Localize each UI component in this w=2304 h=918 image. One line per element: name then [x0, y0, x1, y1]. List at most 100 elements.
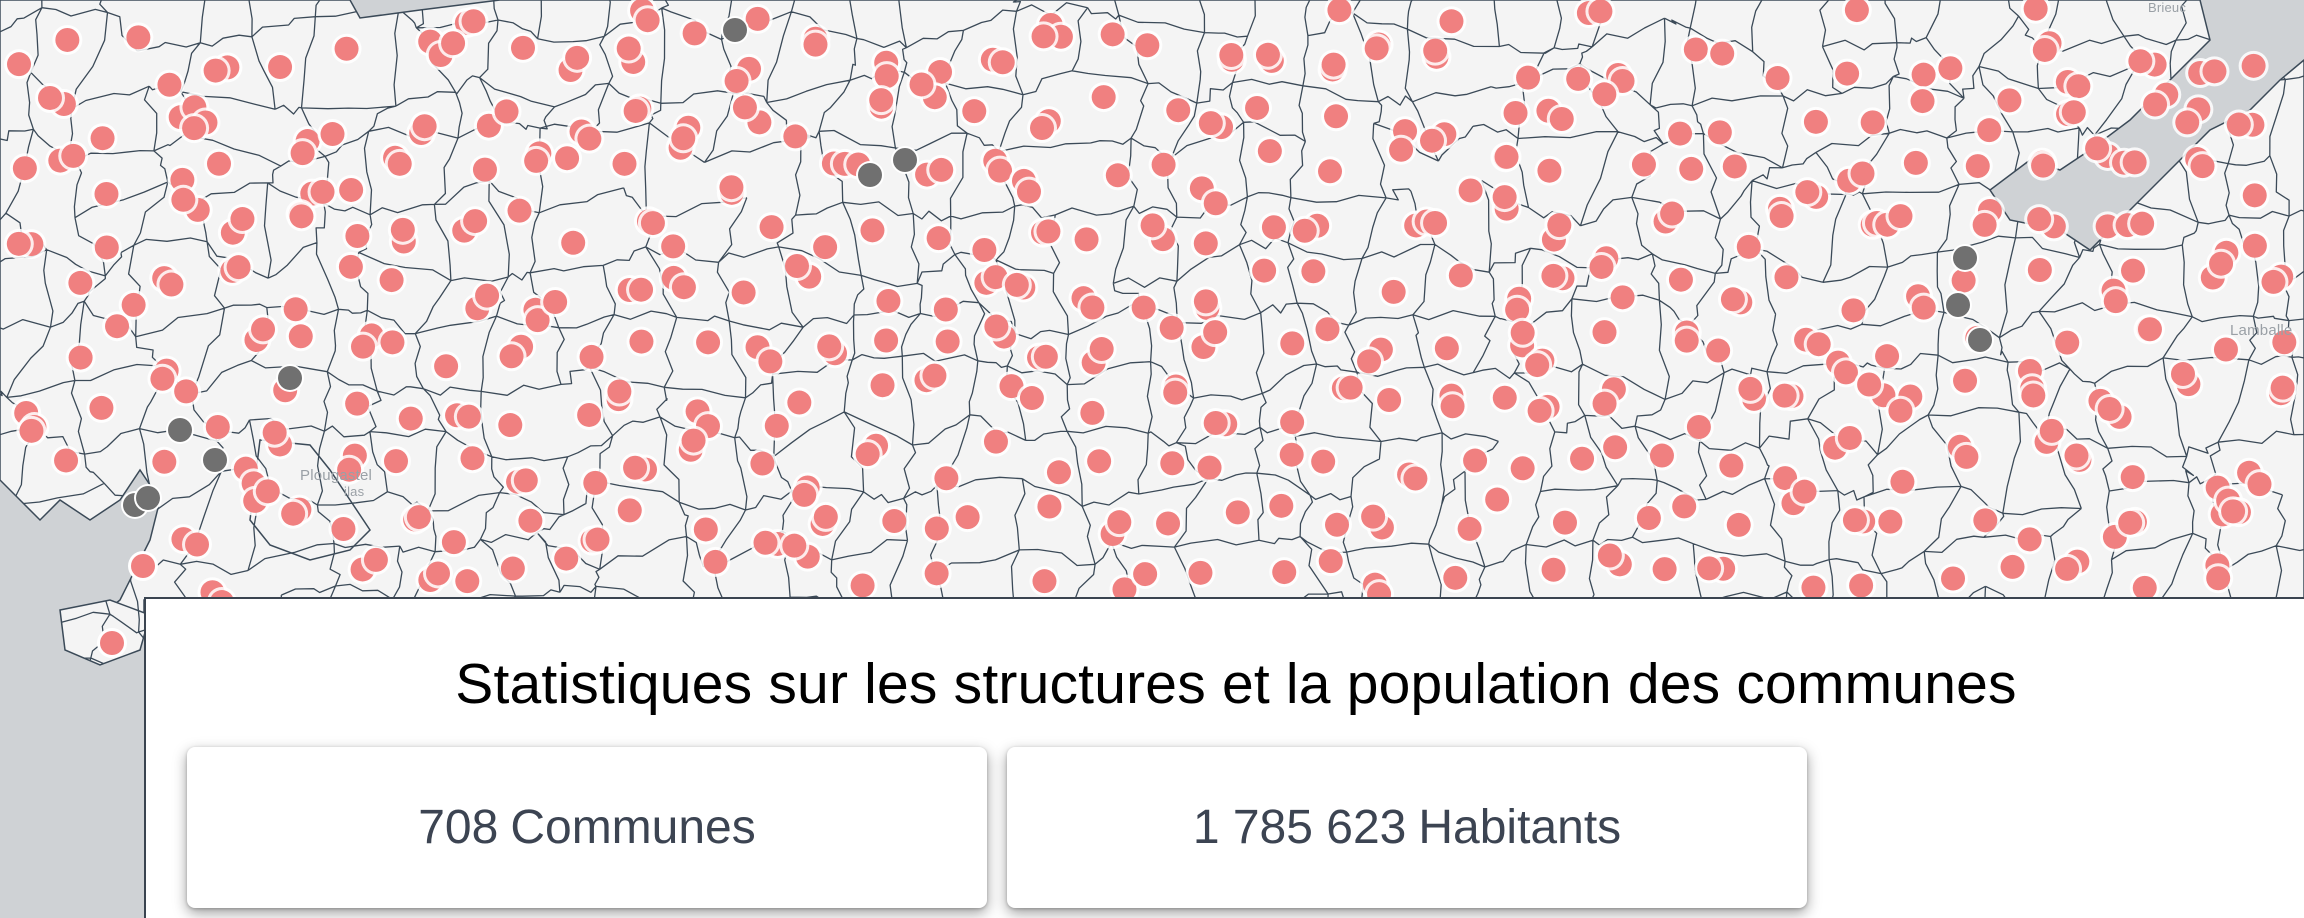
commune-marker[interactable]	[1036, 219, 1061, 244]
commune-marker[interactable]	[1318, 159, 1343, 184]
commune-marker[interactable]	[1683, 37, 1708, 62]
commune-marker[interactable]	[860, 218, 885, 243]
commune-marker[interactable]	[1850, 161, 1875, 186]
commune-marker[interactable]	[1888, 204, 1913, 229]
commune-marker[interactable]	[661, 234, 686, 259]
commune-marker[interactable]	[732, 95, 757, 120]
commune-marker[interactable]	[262, 420, 287, 445]
commune-marker[interactable]	[94, 235, 119, 260]
commune-marker[interactable]	[1903, 150, 1928, 175]
commune-marker[interactable]	[1938, 56, 1963, 81]
commune-marker[interactable]	[1972, 212, 1997, 237]
commune-marker[interactable]	[1269, 493, 1294, 518]
commune-marker[interactable]	[2021, 383, 2046, 408]
commune-marker[interactable]	[1772, 383, 1797, 408]
commune-marker[interactable]	[461, 9, 486, 34]
commune-marker[interactable]	[1492, 385, 1517, 410]
commune-marker[interactable]	[1597, 543, 1622, 568]
commune-marker[interactable]	[1131, 295, 1156, 320]
commune-marker[interactable]	[1769, 204, 1794, 229]
commune-marker[interactable]	[1423, 210, 1448, 235]
commune-marker[interactable]	[554, 546, 579, 571]
commune-marker[interactable]	[1031, 24, 1056, 49]
commune-marker[interactable]	[230, 207, 255, 232]
commune-marker[interactable]	[2000, 554, 2025, 579]
commune-marker[interactable]	[1549, 106, 1574, 131]
commune-marker[interactable]	[1080, 400, 1105, 425]
commune-marker[interactable]	[406, 505, 431, 530]
commune-marker[interactable]	[390, 217, 415, 242]
commune-marker[interactable]	[2143, 92, 2168, 117]
commune-marker[interactable]	[2097, 396, 2122, 421]
commune-marker[interactable]	[68, 270, 93, 295]
commune-marker[interactable]	[1736, 234, 1761, 259]
commune-marker[interactable]	[579, 344, 604, 369]
commune-marker[interactable]	[1100, 22, 1125, 47]
commune-marker[interactable]	[635, 8, 660, 33]
commune-marker[interactable]	[206, 151, 231, 176]
commune-marker[interactable]	[2130, 211, 2155, 236]
commune-marker[interactable]	[1719, 453, 1744, 478]
commune-marker[interactable]	[1774, 265, 1799, 290]
commune-marker[interactable]	[753, 530, 778, 555]
commune-marker[interactable]	[682, 21, 707, 46]
commune-marker[interactable]	[1357, 349, 1382, 374]
commune-marker[interactable]	[671, 126, 696, 151]
commune-marker[interactable]	[1857, 372, 1882, 397]
commune-marker[interactable]	[583, 470, 608, 495]
commune-marker[interactable]	[2118, 510, 2143, 535]
commune-marker[interactable]	[1965, 154, 1990, 179]
commune-marker[interactable]	[2241, 53, 2266, 78]
commune-marker[interactable]	[6, 231, 31, 256]
commune-marker[interactable]	[331, 516, 356, 541]
commune-marker[interactable]	[1272, 560, 1297, 585]
commune-marker[interactable]	[251, 317, 276, 342]
commune-marker[interactable]	[89, 395, 114, 420]
commune-marker[interactable]	[1160, 451, 1185, 476]
commune-marker[interactable]	[1875, 344, 1900, 369]
commune-marker[interactable]	[2031, 153, 2056, 178]
commune-marker[interactable]	[1835, 61, 1860, 86]
commune-marker[interactable]	[1973, 508, 1998, 533]
commune-marker[interactable]	[1364, 36, 1389, 61]
structure-marker[interactable]	[168, 418, 192, 442]
commune-marker[interactable]	[955, 505, 980, 530]
commune-marker[interactable]	[629, 329, 654, 354]
commune-marker[interactable]	[100, 631, 124, 655]
commune-marker[interactable]	[1566, 66, 1591, 91]
commune-marker[interactable]	[1105, 163, 1130, 188]
commune-marker[interactable]	[1280, 331, 1305, 356]
commune-marker[interactable]	[1516, 65, 1541, 90]
commune-marker[interactable]	[640, 211, 665, 236]
commune-marker[interactable]	[150, 366, 175, 391]
commune-marker[interactable]	[1188, 560, 1213, 585]
commune-marker[interactable]	[351, 334, 376, 359]
commune-marker[interactable]	[1697, 556, 1722, 581]
commune-marker[interactable]	[988, 158, 1013, 183]
commune-marker[interactable]	[2128, 49, 2153, 74]
commune-marker[interactable]	[1738, 376, 1763, 401]
commune-marker[interactable]	[1674, 328, 1699, 353]
commune-marker[interactable]	[565, 45, 590, 70]
commune-marker[interactable]	[1338, 375, 1363, 400]
commune-marker[interactable]	[463, 209, 488, 234]
commune-marker[interactable]	[934, 466, 959, 491]
commune-marker[interactable]	[2120, 465, 2145, 490]
commune-marker[interactable]	[922, 363, 947, 388]
commune-marker[interactable]	[1140, 213, 1165, 238]
commune-marker[interactable]	[1997, 88, 2022, 113]
commune-marker[interactable]	[1019, 386, 1044, 411]
commune-marker[interactable]	[1592, 320, 1617, 345]
commune-marker[interactable]	[784, 253, 809, 278]
commune-marker[interactable]	[577, 126, 602, 151]
commune-marker[interactable]	[507, 198, 532, 223]
commune-marker[interactable]	[629, 277, 654, 302]
commune-marker[interactable]	[924, 516, 949, 541]
commune-marker[interactable]	[1292, 218, 1317, 243]
commune-marker[interactable]	[475, 283, 500, 308]
commune-marker[interactable]	[1089, 337, 1114, 362]
commune-marker[interactable]	[783, 124, 808, 149]
commune-marker[interactable]	[379, 268, 404, 293]
commune-marker[interactable]	[226, 255, 251, 280]
structure-marker[interactable]	[1953, 246, 1977, 270]
